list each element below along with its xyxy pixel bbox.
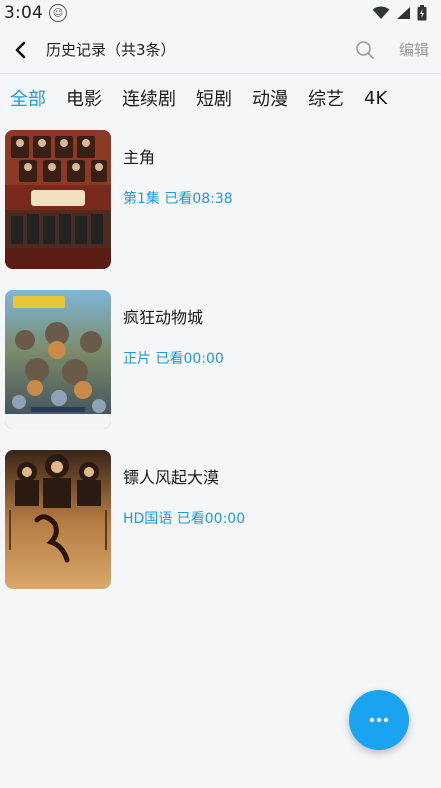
status-icons bbox=[372, 5, 427, 21]
tab-all[interactable]: 全部 bbox=[10, 85, 46, 111]
list-item[interactable]: 主角 第1集 已看08:38 bbox=[0, 130, 441, 290]
poster-image bbox=[5, 130, 111, 269]
list-item[interactable]: 镖人风起大漠 HD国语 已看00:00 bbox=[0, 450, 441, 610]
header-bar: 历史记录（共3条） 编辑 bbox=[0, 26, 441, 74]
wifi-icon bbox=[372, 6, 390, 19]
tab-movie[interactable]: 电影 bbox=[66, 85, 102, 111]
search-button[interactable] bbox=[353, 38, 377, 62]
item-progress: HD国语 已看00:00 bbox=[123, 511, 246, 527]
more-actions-button[interactable] bbox=[349, 690, 409, 750]
tab-anime[interactable]: 动漫 bbox=[252, 85, 288, 111]
back-button[interactable] bbox=[10, 39, 32, 61]
poster-image bbox=[5, 290, 111, 429]
page-title: 历史记录（共3条） bbox=[46, 41, 176, 59]
back-arrow-icon bbox=[15, 41, 26, 58]
list-item[interactable]: 疯狂动物城 正片 已看00:00 bbox=[0, 290, 441, 450]
search-icon bbox=[356, 40, 374, 59]
tab-4k[interactable]: 4K bbox=[364, 88, 387, 109]
status-time: 3:04 bbox=[4, 3, 43, 23]
tab-variety[interactable]: 综艺 bbox=[308, 85, 344, 111]
poster-image bbox=[5, 450, 111, 589]
item-title: 主角 bbox=[123, 148, 156, 167]
status-bar: 3:04 ☺ bbox=[0, 0, 441, 26]
edit-button[interactable]: 编辑 bbox=[399, 39, 429, 60]
item-title: 镖人风起大漠 bbox=[123, 468, 220, 487]
battery-icon bbox=[417, 5, 427, 21]
item-progress: 正片 已看00:00 bbox=[123, 351, 224, 367]
history-list: 主角 第1集 已看08:38 疯狂动物城 正片 已看00:00 镖人风起大漠 H… bbox=[0, 130, 441, 610]
more-dots-icon bbox=[369, 717, 389, 723]
tab-series[interactable]: 连续剧 bbox=[122, 85, 176, 111]
item-progress: 第1集 已看08:38 bbox=[123, 191, 233, 207]
notification-app-icon: ☺ bbox=[48, 4, 67, 22]
item-title: 疯狂动物城 bbox=[123, 308, 204, 327]
cell-signal-icon bbox=[397, 7, 410, 19]
tab-short-drama[interactable]: 短剧 bbox=[196, 85, 232, 111]
category-tabs: 全部 电影 连续剧 短剧 动漫 综艺 4K bbox=[0, 80, 441, 116]
